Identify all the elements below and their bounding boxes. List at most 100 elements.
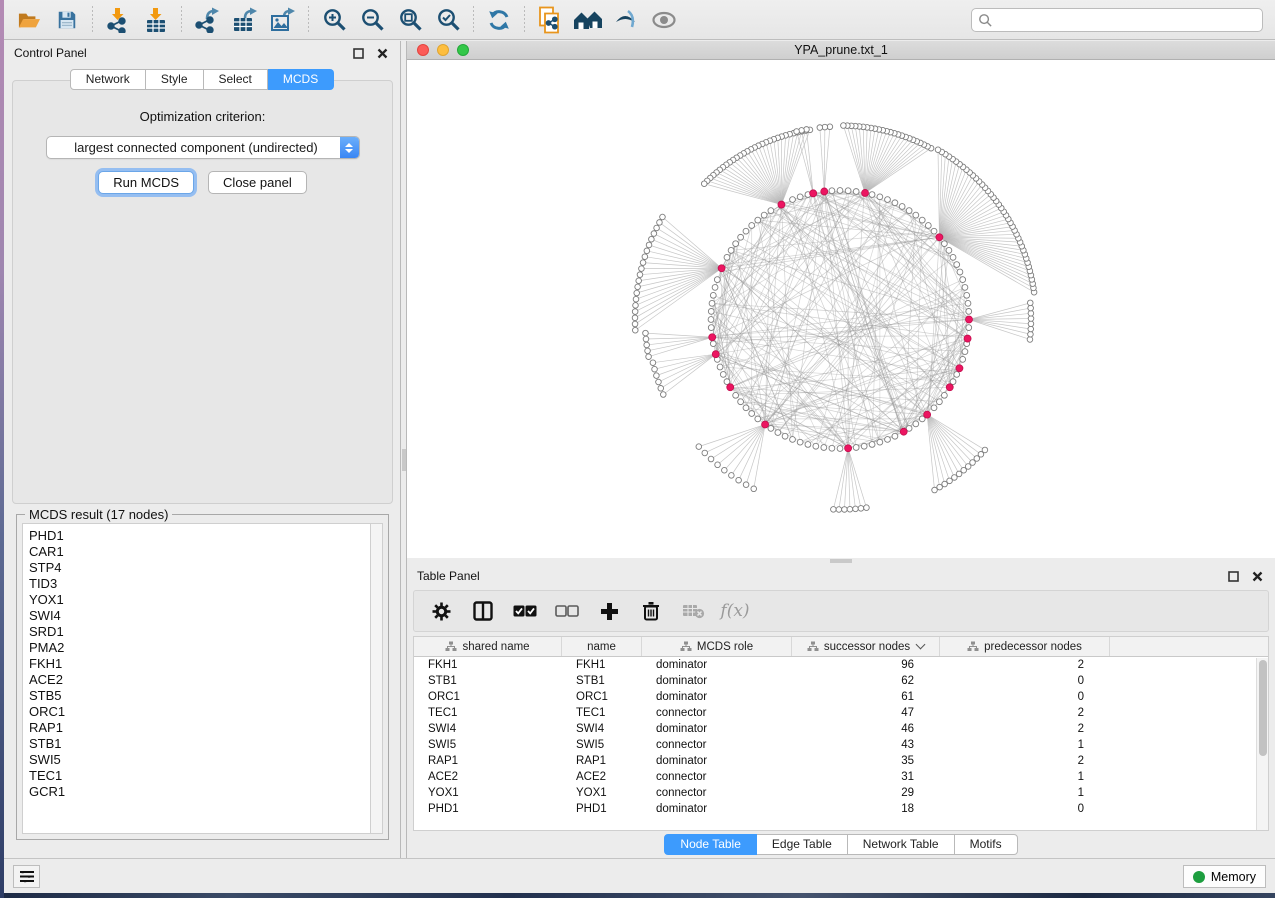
- graph-node[interactable]: [960, 277, 966, 283]
- graph-leaf-node[interactable]: [1028, 321, 1034, 327]
- graph-leaf-node[interactable]: [702, 450, 708, 456]
- graph-dominator-node[interactable]: [936, 234, 943, 241]
- delete-column-button[interactable]: [638, 598, 664, 624]
- graph-node[interactable]: [829, 445, 835, 451]
- graph-leaf-node[interactable]: [1028, 331, 1034, 337]
- graph-leaf-node[interactable]: [654, 373, 660, 379]
- graph-node[interactable]: [714, 277, 720, 283]
- graph-node[interactable]: [877, 194, 883, 200]
- graph-node[interactable]: [962, 349, 968, 355]
- graph-node[interactable]: [853, 445, 859, 451]
- graph-leaf-node[interactable]: [794, 129, 800, 135]
- function-builder-button[interactable]: f(x): [722, 598, 748, 624]
- graph-node[interactable]: [962, 285, 968, 291]
- graph-leaf-node[interactable]: [634, 290, 640, 296]
- graph-node[interactable]: [853, 189, 859, 195]
- graph-dominator-node[interactable]: [966, 316, 973, 323]
- graph-leaf-node[interactable]: [632, 321, 638, 327]
- graph-leaf-node[interactable]: [864, 505, 870, 511]
- ui-panels-menu-button[interactable]: [13, 865, 40, 888]
- graph-leaf-node[interactable]: [660, 214, 666, 220]
- graph-node[interactable]: [906, 208, 912, 214]
- graph-node[interactable]: [829, 188, 835, 194]
- result-node-item[interactable]: STP4: [29, 560, 370, 576]
- result-node-item[interactable]: ACE2: [29, 672, 370, 688]
- table-scrollbar[interactable]: [1256, 658, 1268, 830]
- graph-node[interactable]: [960, 356, 966, 362]
- graph-node[interactable]: [768, 426, 774, 432]
- tab-network[interactable]: Network: [70, 69, 146, 90]
- graph-leaf-node[interactable]: [632, 327, 638, 333]
- graph-leaf-node[interactable]: [636, 278, 642, 284]
- graph-leaf-node[interactable]: [847, 506, 853, 512]
- graph-leaf-node[interactable]: [817, 125, 823, 131]
- graph-leaf-node[interactable]: [633, 296, 639, 302]
- network-canvas[interactable]: [407, 60, 1275, 558]
- graph-node[interactable]: [919, 217, 925, 223]
- graph-node[interactable]: [775, 430, 781, 436]
- graph-node[interactable]: [845, 188, 851, 194]
- graph-node[interactable]: [957, 269, 963, 275]
- deselect-all-button[interactable]: [554, 598, 580, 624]
- graph-leaf-node[interactable]: [858, 506, 864, 512]
- graph-leaf-node[interactable]: [632, 315, 638, 321]
- table-settings-button[interactable]: [428, 598, 454, 624]
- float-panel-icon[interactable]: [350, 46, 366, 60]
- graph-node[interactable]: [708, 325, 714, 331]
- graph-node[interactable]: [749, 223, 755, 229]
- zoom-selected-button[interactable]: [431, 4, 465, 36]
- graph-node[interactable]: [717, 364, 723, 370]
- graph-node[interactable]: [821, 445, 827, 451]
- graph-leaf-node[interactable]: [1028, 305, 1034, 311]
- column-header-successor-nodes[interactable]: successor nodes: [792, 637, 940, 656]
- graph-dominator-node[interactable]: [810, 190, 817, 197]
- graph-node[interactable]: [708, 317, 714, 323]
- column-header-name[interactable]: name: [562, 637, 642, 656]
- graph-node[interactable]: [892, 200, 898, 206]
- graph-node[interactable]: [913, 212, 919, 218]
- graph-node[interactable]: [749, 411, 755, 417]
- graph-node[interactable]: [954, 372, 960, 378]
- graph-leaf-node[interactable]: [1027, 337, 1033, 343]
- graph-node[interactable]: [768, 208, 774, 214]
- graph-node[interactable]: [941, 392, 947, 398]
- graph-node[interactable]: [709, 300, 715, 306]
- graph-node[interactable]: [877, 439, 883, 445]
- result-node-item[interactable]: YOX1: [29, 592, 370, 608]
- graph-node[interactable]: [755, 416, 761, 422]
- graph-leaf-node[interactable]: [729, 473, 735, 479]
- tab-node-table[interactable]: Node Table: [664, 834, 757, 855]
- result-node-item[interactable]: FKH1: [29, 656, 370, 672]
- result-node-item[interactable]: RAP1: [29, 720, 370, 736]
- graph-leaf-node[interactable]: [646, 242, 652, 248]
- graph-leaf-node[interactable]: [658, 386, 664, 392]
- result-node-item[interactable]: STB1: [29, 736, 370, 752]
- result-node-item[interactable]: STB5: [29, 688, 370, 704]
- graph-node[interactable]: [805, 442, 811, 448]
- fit-content-button[interactable]: [393, 4, 427, 36]
- graph-node[interactable]: [738, 234, 744, 240]
- import-table-button[interactable]: [139, 4, 173, 36]
- graph-leaf-node[interactable]: [701, 181, 707, 187]
- graph-node[interactable]: [931, 405, 937, 411]
- tab-network-table[interactable]: Network Table: [848, 834, 955, 855]
- graph-leaf-node[interactable]: [646, 354, 652, 360]
- graph-leaf-node[interactable]: [632, 309, 638, 315]
- splitter-grip[interactable]: [402, 449, 406, 471]
- table-row[interactable]: ORC1ORC1dominator610: [414, 689, 1268, 705]
- graph-node[interactable]: [954, 262, 960, 268]
- graph-node[interactable]: [950, 254, 956, 260]
- graph-node[interactable]: [869, 192, 875, 198]
- import-network-button[interactable]: [101, 4, 135, 36]
- graph-node[interactable]: [733, 241, 739, 247]
- column-layout-button[interactable]: [470, 598, 496, 624]
- column-header-shared-name[interactable]: shared name: [414, 637, 562, 656]
- graph-leaf-node[interactable]: [649, 236, 655, 242]
- graph-node[interactable]: [790, 437, 796, 443]
- tab-select[interactable]: Select: [204, 69, 268, 90]
- graph-dominator-node[interactable]: [712, 351, 719, 358]
- graph-node[interactable]: [925, 223, 931, 229]
- table-row[interactable]: ACE2ACE2connector311: [414, 769, 1268, 785]
- result-node-item[interactable]: CAR1: [29, 544, 370, 560]
- first-neighbors-button[interactable]: [571, 4, 605, 36]
